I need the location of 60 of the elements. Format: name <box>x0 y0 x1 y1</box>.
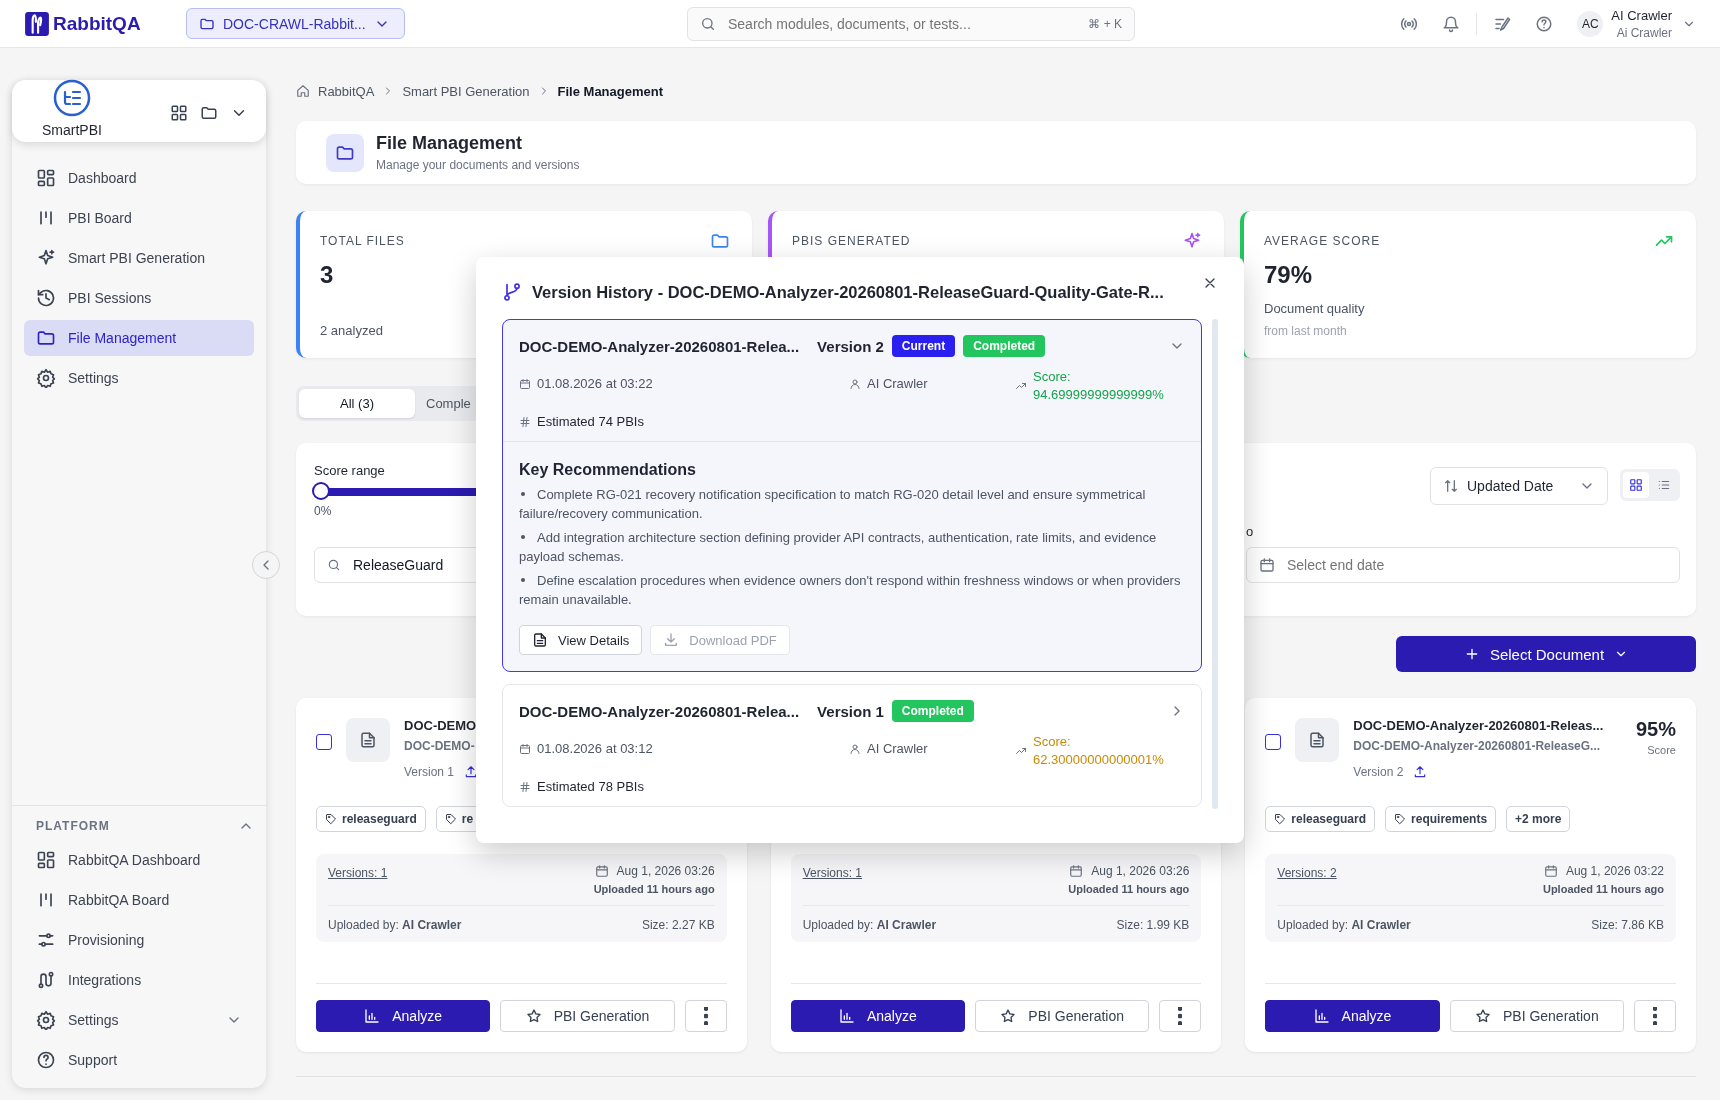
shortcut-hint: ⌘ + K <box>1088 16 1122 31</box>
pbi-estimate: Estimated 74 PBIs <box>537 414 644 429</box>
section-title: PLATFORM <box>36 819 110 833</box>
dialog-title: Version History - DOC-DEMO-Analyzer-20260801-ReleaseGuard-Quality-Gate-R... <box>532 282 1164 302</box>
version-date: 01.08.2026 at 03:22 <box>537 376 653 391</box>
recommendation-text: Add integration architecture section defining provider API contracts, authentication, rate limits, and evidence payload schemas. <box>519 529 1158 566</box>
stat-label: AVERAGE SCORE <box>1264 234 1381 248</box>
document-filename: DOC-DEMO-Analyzer-20260801-ReleaseG... <box>1353 739 1601 753</box>
document-filename: DOC-DEMO- <box>404 739 475 753</box>
stat-label: TOTAL FILES <box>320 234 405 248</box>
slider-reading: 0% <box>314 504 332 518</box>
version-score: Score: 94.69999999999999% <box>1033 368 1165 404</box>
upload-age: Uploaded 11 hours ago <box>1068 883 1190 895</box>
uploader-text: Uploaded by: AI Crawler <box>802 918 937 932</box>
stat-value: 3 <box>320 261 335 289</box>
recommendation-text: Complete RG-021 recovery notification specification to match RG-020 detail level and ensure symmetrical failure/recovery communication. <box>519 486 1147 523</box>
user-name: AI Crawler <box>1611 7 1672 23</box>
version-file-name: DOC-DEMO-Analyzer-20260801-Relea... <box>519 337 800 355</box>
tag-label: releaseguard <box>342 812 417 826</box>
module-name: SmartPBI <box>42 122 102 138</box>
version-file-name: DOC-DEMO-Analyzer-20260801-Relea... <box>519 702 800 720</box>
score-label: Score <box>1647 744 1676 756</box>
upload-date: Aug 1, 2026 03:22 <box>1565 864 1664 878</box>
version-label: Version 2 <box>1353 765 1404 779</box>
recommendations-title: Key Recommendations <box>519 460 697 480</box>
score-value: 95% <box>1635 718 1676 741</box>
version-label: Version 1 <box>404 765 455 779</box>
file-size: Size: 7.86 KB <box>1591 918 1664 932</box>
status-badge: Completed <box>891 700 974 722</box>
date-label: o <box>1246 524 1255 539</box>
page-title: File Management <box>376 133 524 154</box>
recommendation-text: Define escalation procedures when evidence owners don't respond within freshness windows or when providers remain unavailable. <box>519 572 1182 609</box>
version-date: 01.08.2026 at 03:12 <box>537 741 653 756</box>
stat-subnote: from last month <box>1264 324 1348 338</box>
stat-note: Document quality <box>1264 301 1366 316</box>
stat-note: 2 analyzed <box>320 323 384 338</box>
upload-date: Aug 1, 2026 03:26 <box>616 864 715 878</box>
stat-label: PBIS GENERATED <box>792 234 911 248</box>
status-badge: Completed <box>963 335 1046 357</box>
uploader-text: Uploaded by: AI Crawler <box>1277 918 1411 932</box>
user-subtitle: Ai Crawler <box>1616 25 1672 40</box>
upload-date: Aug 1, 2026 03:26 <box>1091 864 1190 878</box>
file-size: Size: 1.99 KB <box>1116 918 1190 932</box>
tag-label: re <box>461 812 474 826</box>
stat-value: 79% <box>1264 261 1314 289</box>
version-author: AI Crawler <box>867 741 928 756</box>
page-subtitle: Manage your documents and versions <box>376 158 580 172</box>
file-size: Size: 2.27 KB <box>641 918 715 932</box>
tag-label: releaseguard <box>1291 812 1367 826</box>
slider-label: Score range <box>314 463 385 478</box>
version-number: Version 2 <box>817 337 884 355</box>
pbi-estimate: Estimated 78 PBIs <box>537 779 644 794</box>
current-badge: Current <box>891 335 956 357</box>
upload-age: Uploaded 11 hours ago <box>1542 883 1664 895</box>
tag-label: requirements <box>1411 812 1488 826</box>
version-score: Score: 62.30000000000001% <box>1033 733 1165 769</box>
version-number: Version 1 <box>817 702 884 720</box>
version-author: AI Crawler <box>867 376 928 391</box>
upload-age: Uploaded 11 hours ago <box>593 883 715 895</box>
uploader-text: Uploaded by: AI Crawler <box>328 918 462 932</box>
